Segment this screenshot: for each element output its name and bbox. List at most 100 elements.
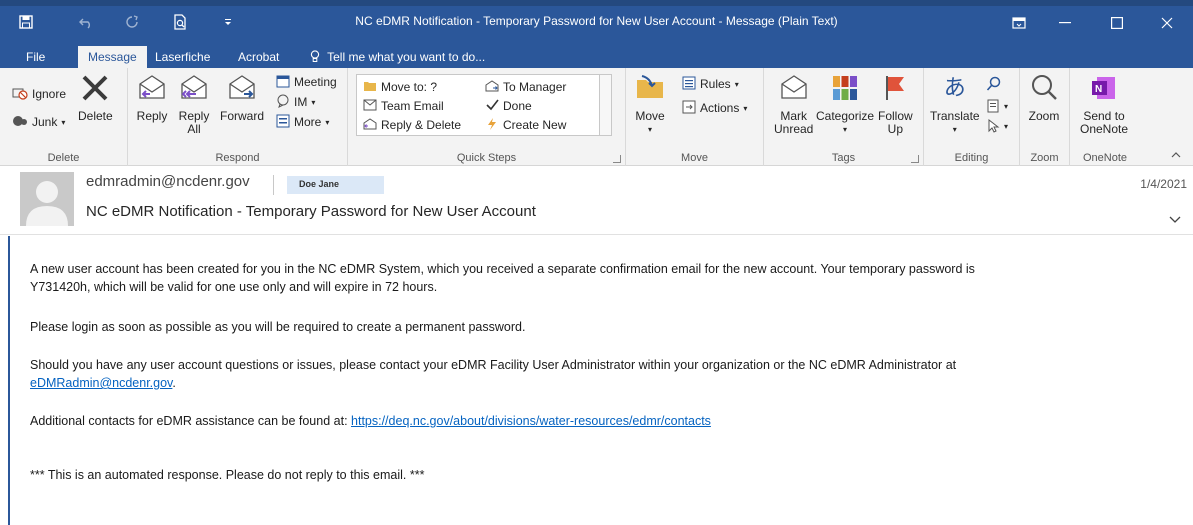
translate-button[interactable]: あ Translate ▾ — [930, 72, 980, 136]
meeting-label: Meeting — [294, 75, 337, 89]
body-paragraph-1: A new user account has been created for … — [30, 260, 975, 296]
zoom-button[interactable]: Zoom — [1028, 72, 1060, 123]
body-p3-end: . — [172, 376, 176, 390]
meeting-button[interactable]: Meeting — [276, 72, 337, 92]
chevron-down-icon: ▾ — [734, 79, 739, 89]
chevron-down-icon: ▾ — [325, 117, 330, 127]
tags-launcher-icon[interactable] — [911, 155, 919, 163]
body-paragraph-4: Additional contacts for eDMR assistance … — [30, 412, 711, 430]
junk-button[interactable]: Junk ▾ — [12, 112, 65, 132]
forward-label: Forward — [220, 109, 265, 123]
close-icon[interactable] — [1144, 6, 1190, 40]
message-body: A new user account has been created for … — [8, 236, 1193, 525]
move-group-label: Move — [681, 152, 708, 164]
done-label: Done — [503, 99, 532, 113]
create-new-label: Create New — [503, 118, 567, 132]
team-email-quickstep[interactable]: Team Email — [363, 96, 444, 116]
more-button[interactable]: More ▾ — [276, 112, 329, 132]
send-to-onenote-button[interactable]: N Send to OneNote — [1080, 72, 1128, 136]
minimize-icon[interactable] — [1042, 6, 1088, 40]
expand-header-icon[interactable] — [1169, 213, 1181, 227]
ribbon-display-options-icon[interactable] — [996, 6, 1042, 40]
collapse-ribbon-icon[interactable] — [1171, 150, 1181, 161]
ignore-button[interactable]: Ignore — [12, 84, 66, 104]
reply-delete-quickstep[interactable]: Reply & Delete — [363, 115, 461, 135]
translate-icon: あ — [943, 75, 966, 101]
folder-icon — [363, 80, 377, 95]
zoom-group-label: Zoom — [1030, 152, 1059, 164]
group-zoom: Zoom Zoom — [1020, 68, 1070, 166]
delete-label: Delete — [78, 109, 113, 123]
sender-address[interactable]: edmradmin@ncdenr.gov — [86, 173, 250, 190]
body-paragraph-2: Please login as soon as possible as you … — [30, 320, 526, 334]
flag-icon — [879, 72, 911, 104]
to-manager-label: To Manager — [503, 80, 567, 94]
forward-button[interactable]: Forward — [220, 72, 264, 123]
follow-up-button[interactable]: Follow Up — [878, 72, 913, 136]
move-folder-icon — [634, 72, 666, 104]
group-delete: Ignore Junk ▾ Delete Delete — [0, 68, 128, 166]
tab-acrobat[interactable]: Acrobat — [228, 46, 289, 68]
select-icon[interactable]: ▾ — [986, 116, 1008, 136]
reply-delete-icon — [363, 117, 377, 133]
tab-laserfiche[interactable]: Laserfiche — [145, 46, 220, 68]
mark-unread-button[interactable]: Mark Unread — [774, 72, 813, 136]
tab-message[interactable]: Message — [78, 46, 147, 68]
reply-label: Reply — [136, 109, 168, 123]
group-onenote: N Send to OneNote OneNote — [1070, 68, 1140, 166]
chevron-down-icon: ▾ — [743, 103, 748, 113]
ignore-label: Ignore — [32, 87, 67, 101]
group-quick-steps: Move to: ? Team Email Reply & Delete To … — [348, 68, 626, 166]
to-manager-quickstep[interactable]: To Manager — [485, 77, 566, 97]
quick-steps-group-label: Quick Steps — [456, 152, 517, 164]
body-p1-line2: Y731420h, which will be valid for one us… — [30, 280, 438, 294]
actions-icon — [682, 100, 696, 117]
reply-button[interactable]: Reply — [136, 72, 168, 123]
tell-me-box[interactable]: Tell me what you want to do... — [310, 46, 485, 68]
magnifier-icon — [1028, 72, 1060, 104]
move-button[interactable]: Move ▾ — [634, 72, 666, 136]
quick-steps-launcher-icon[interactable] — [613, 155, 621, 163]
rules-label: Rules — [700, 77, 731, 91]
maximize-icon[interactable] — [1094, 6, 1140, 40]
recipient-chip[interactable]: Doe Jane — [287, 176, 384, 194]
ribbon-tabs: File Message Laserfiche Acrobat Tell me … — [0, 46, 1193, 68]
tags-group-label: Tags — [831, 152, 856, 164]
rules-button[interactable]: Rules ▾ — [682, 74, 739, 94]
move-to-quickstep[interactable]: Move to: ? — [363, 77, 437, 97]
im-button[interactable]: IM ▾ — [276, 92, 315, 112]
admin-email-link[interactable]: eDMRadmin@ncdenr.gov — [30, 376, 172, 390]
to-manager-icon — [485, 79, 499, 95]
chevron-down-icon: ▾ — [647, 125, 652, 134]
contacts-link[interactable]: https://deq.nc.gov/about/divisions/water… — [351, 414, 711, 428]
more-icon — [276, 114, 290, 131]
group-move: Move ▾ Rules ▾ Actions ▾ Move — [626, 68, 764, 166]
actions-button[interactable]: Actions ▾ — [682, 98, 747, 118]
delete-group-label: Delete — [47, 152, 80, 164]
chevron-down-icon: ▾ — [61, 117, 66, 127]
im-icon — [276, 94, 290, 111]
delete-button[interactable]: Delete — [78, 72, 113, 123]
create-new-quickstep[interactable]: Create New — [485, 115, 566, 135]
body-p4-text: Additional contacts for eDMR assistance … — [30, 414, 352, 428]
svg-text:N: N — [1095, 84, 1102, 95]
message-header: edmradmin@ncdenr.gov Doe Jane 1/4/2021 N… — [0, 167, 1193, 235]
reply-all-button[interactable]: Reply All — [178, 72, 210, 136]
chevron-down-icon: ▾ — [952, 125, 957, 134]
tab-file[interactable]: File — [18, 46, 53, 68]
message-subject: NC eDMR Notification - Temporary Passwor… — [86, 203, 536, 220]
meeting-icon — [276, 74, 290, 91]
chevron-down-icon: ▾ — [1004, 121, 1009, 131]
actions-label: Actions — [700, 101, 740, 115]
onenote-icon: N — [1088, 72, 1120, 104]
envelope-icon — [363, 99, 377, 114]
find-icon[interactable] — [986, 74, 1002, 94]
send-to-onenote-label-2: OneNote — [1080, 122, 1129, 136]
related-icon[interactable]: ▾ — [986, 96, 1008, 116]
quick-steps-scrollbar[interactable] — [599, 75, 611, 135]
categorize-button[interactable]: Categorize ▾ — [816, 72, 874, 136]
reply-icon — [136, 72, 168, 104]
editing-group-label: Editing — [954, 152, 989, 164]
done-quickstep[interactable]: Done — [485, 96, 532, 116]
junk-label: Junk — [32, 115, 58, 129]
